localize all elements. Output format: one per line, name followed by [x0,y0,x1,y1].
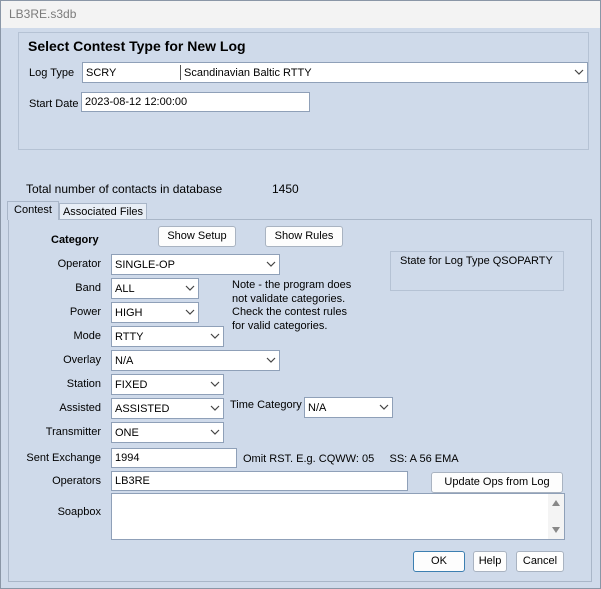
soapbox-label: Soapbox [57,506,101,518]
tab-contest[interactable]: Contest [7,201,59,220]
update-ops-button[interactable]: Update Ops from Log [431,472,563,493]
mode-select[interactable]: RTTY [111,326,224,347]
chevron-down-icon [574,69,584,75]
time-category-value: N/A [308,402,327,414]
mode-label: Mode [73,330,101,342]
overlay-label: Overlay [63,354,101,366]
chevron-down-icon [210,381,220,387]
power-value: HIGH [115,307,143,319]
chevron-down-icon [266,261,276,267]
title-bar: LB3RE.s3db [1,1,600,28]
power-select[interactable]: HIGH [111,302,199,323]
chevron-down-icon [210,405,220,411]
band-select[interactable]: ALL [111,278,199,299]
start-date-label: Start Date [29,98,79,110]
state-label: State for Log Type QSOPARTY [400,255,553,267]
operators-label: Operators [52,475,101,487]
time-category-label: Time Category [230,399,302,411]
note-line: Note - the program does [232,279,352,291]
note-line: Check the contest rules [232,306,347,318]
chevron-down-icon [185,309,195,315]
assisted-label: Assisted [59,402,101,414]
ok-button[interactable]: OK [413,551,465,572]
band-label: Band [75,282,101,294]
assisted-value: ASSISTED [115,403,170,415]
show-setup-button[interactable]: Show Setup [158,226,236,247]
log-type-code: SCRY [86,67,117,79]
start-date-field[interactable]: 2023-08-12 12:00:00 [81,92,310,112]
dialog-window: LB3RE.s3db Select Contest Type for New L… [0,0,601,589]
transmitter-value: ONE [115,427,139,439]
chevron-down-icon [210,333,220,339]
chevron-down-icon [266,357,276,363]
log-type-name: Scandinavian Baltic RTTY [184,67,312,79]
operators-field[interactable]: LB3RE [111,471,408,491]
overlay-value: N/A [115,355,134,367]
log-type-label: Log Type [29,67,75,79]
help-button[interactable]: Help [473,551,507,572]
transmitter-select[interactable]: ONE [111,422,224,443]
band-value: ALL [115,283,135,295]
time-category-select[interactable]: N/A [304,397,393,418]
chevron-down-icon [210,429,220,435]
tab-associated-files[interactable]: Associated Files [59,203,147,220]
chevron-down-icon [379,404,389,410]
cancel-button[interactable]: Cancel [516,551,564,572]
soapbox-textarea[interactable] [111,493,565,540]
sent-exchange-field[interactable]: 1994 [111,448,237,468]
assisted-select[interactable]: ASSISTED [111,398,224,419]
station-label: Station [66,378,101,390]
total-contacts-count: 1450 [272,182,299,196]
mode-value: RTTY [115,331,144,343]
window-title: LB3RE.s3db [9,7,77,21]
operator-select[interactable]: SINGLE-OP [111,254,280,275]
operator-label: Operator [57,258,101,270]
show-rules-button[interactable]: Show Rules [265,226,343,247]
station-value: FIXED [115,379,148,391]
page-title: Select Contest Type for New Log [28,38,246,54]
scroll-down-arrow-icon[interactable] [552,527,560,533]
note-line: for valid categories. [232,319,328,332]
exchange-hint: Omit RST. E.g. CQWW: 05 SS: A 56 EMA [243,453,459,465]
soapbox-scrollbar[interactable] [548,494,564,539]
station-select[interactable]: FIXED [111,374,224,395]
operator-value: SINGLE-OP [115,259,175,271]
scroll-up-arrow-icon[interactable] [552,500,560,506]
transmitter-label: Transmitter [45,426,101,438]
power-label: Power [69,306,101,318]
column-separator [180,65,181,80]
log-type-select[interactable]: SCRY Scandinavian Baltic RTTY [82,62,588,83]
overlay-select[interactable]: N/A [111,350,280,371]
chevron-down-icon [185,285,195,291]
sent-exchange-label: Sent Exchange [26,452,101,464]
note-line: not validate categories. [232,292,346,305]
category-heading: Category [51,234,99,246]
category-note: Note - the program does not validate cat… [232,279,351,333]
total-contacts-label: Total number of contacts in database [26,182,223,196]
